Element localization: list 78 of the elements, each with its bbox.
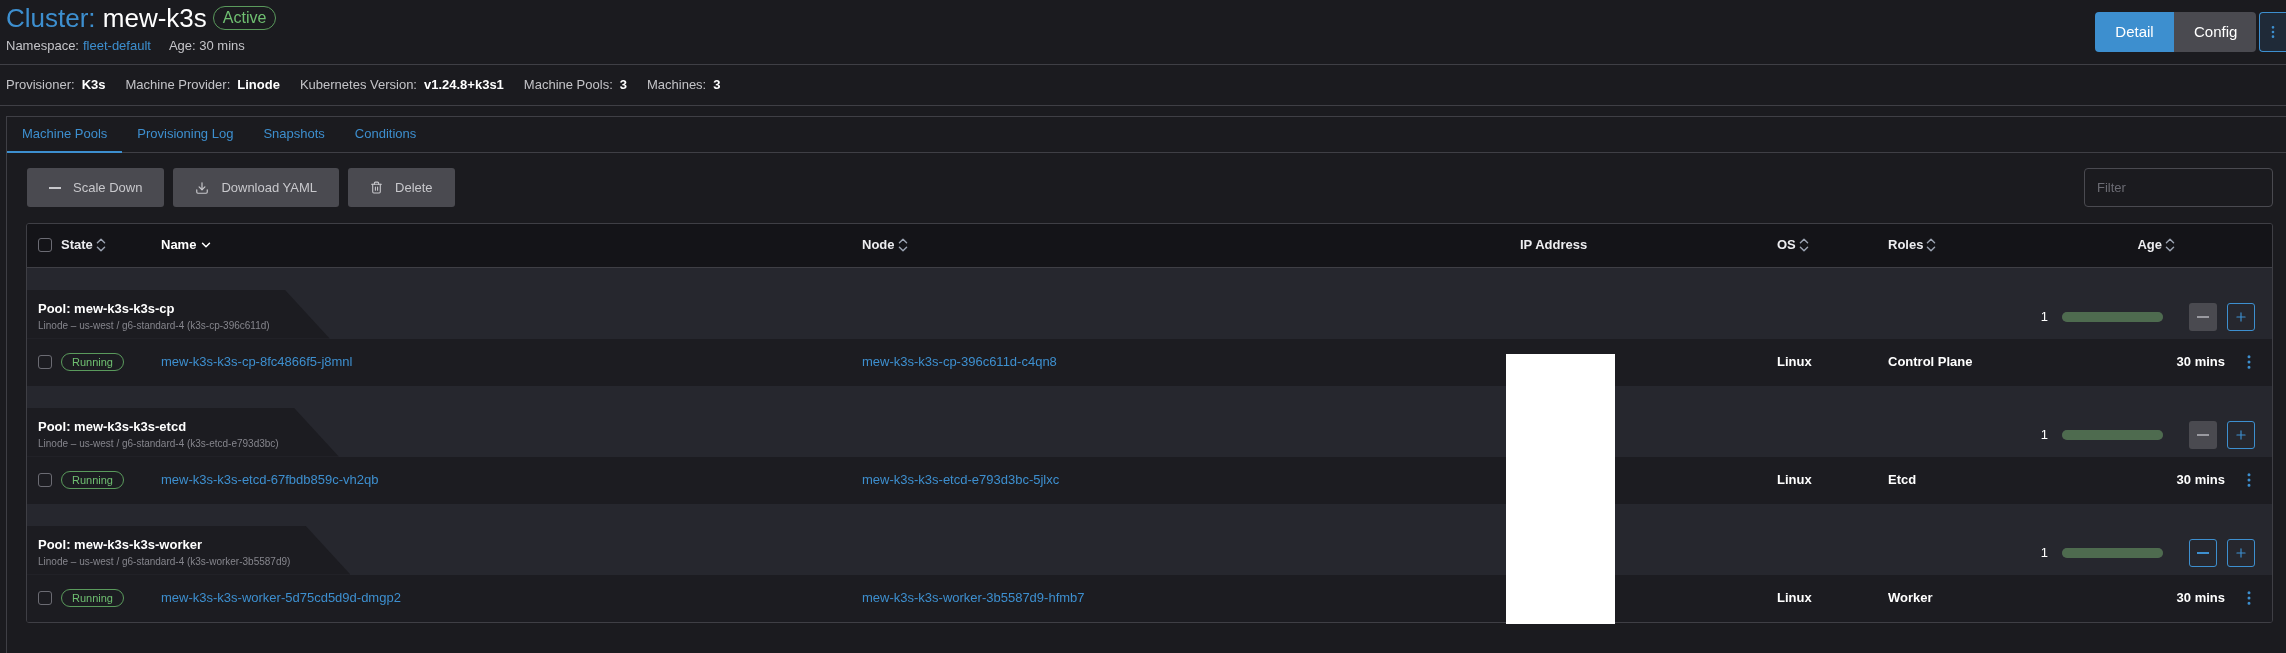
column-header[interactable]: Node <box>862 235 908 255</box>
node-link[interactable]: mew-k3s-k3s-worker-3b5587d9-hfmb7 <box>862 590 1085 606</box>
cluster-title: Cluster: mew-k3s <box>6 2 207 34</box>
column-header[interactable]: Name <box>161 235 214 255</box>
info-value: 3 <box>619 75 627 94</box>
machine-name-link[interactable]: mew-k3s-k3s-cp-8fc4866f5-j8mnl <box>161 354 353 370</box>
pool-title: Pool: mew-k3s-k3s-etcd <box>38 417 188 436</box>
age-cell-text: 30 mins <box>2176 471 2225 490</box>
tab[interactable]: Machine Pools <box>7 116 123 153</box>
minus-icon <box>2197 315 2209 318</box>
sort-icon <box>95 238 106 252</box>
machine-name-link[interactable]: mew-k3s-k3s-worker-5d75cd5d9d-dmgp2 <box>161 590 401 606</box>
info-value: v1.24.8+k3s1 <box>423 75 504 94</box>
checkbox[interactable] <box>38 238 52 252</box>
info-value: Linode <box>237 75 280 94</box>
sort-icon <box>1926 238 1937 252</box>
age-text: Age: 30 mins <box>168 37 245 55</box>
tab[interactable]: Conditions <box>339 116 432 153</box>
info-value: K3s <box>81 75 106 94</box>
namespace-label: Namespace: <box>6 37 79 55</box>
scale-up-button[interactable] <box>2227 420 2255 449</box>
age-cell-text: 30 mins <box>2176 353 2225 372</box>
os-cell-text: Linux <box>1777 353 1813 372</box>
column-header[interactable]: OS <box>1777 235 1809 255</box>
machine-name-link[interactable]: mew-k3s-k3s-etcd-67fbdb859c-vh2qb <box>161 472 379 488</box>
minus-icon <box>2197 433 2209 436</box>
info-label: Machine Provider: <box>125 75 231 94</box>
pool-title: Pool: mew-k3s-k3s-cp <box>38 299 176 318</box>
age-cell-text: 30 mins <box>2176 589 2225 608</box>
toolbar-button[interactable]: Download YAML <box>173 168 339 207</box>
scale-up-button[interactable] <box>2227 538 2255 567</box>
toolbar-button[interactable]: Delete <box>348 168 455 207</box>
info-label: Kubernetes Version: <box>299 75 417 94</box>
minus-icon <box>2197 551 2209 554</box>
os-cell-text: Linux <box>1777 471 1813 490</box>
info-label: Machine Pools: <box>523 75 613 94</box>
sort-icon <box>1798 238 1809 252</box>
plus-icon <box>2234 545 2248 560</box>
toolbar-button[interactable]: Scale Down <box>27 168 165 207</box>
node-link[interactable]: mew-k3s-k3s-etcd-e793d3bc-5jlxc <box>862 472 1060 488</box>
machine-count: 1 <box>2040 543 2048 562</box>
node-link[interactable]: mew-k3s-k3s-cp-396c611d-c4qn8 <box>862 354 1057 370</box>
os-cell-text: Linux <box>1777 589 1813 608</box>
checkbox[interactable] <box>38 591 52 605</box>
plus-icon <box>2234 427 2248 442</box>
tab[interactable]: Snapshots <box>248 116 340 153</box>
roles-cell-text: Control Plane <box>1888 353 1974 372</box>
trash-icon <box>370 181 383 194</box>
scale-up-button[interactable] <box>2227 302 2255 331</box>
info-value: 3 <box>713 75 721 94</box>
filter-field[interactable]: Filter <box>2084 168 2273 207</box>
view-toggle-button[interactable]: Detail <box>2095 12 2174 52</box>
pool-subtitle: Linode – us-west / g6-standard-4 (k3s-etcd-e793d3bc) <box>38 436 279 451</box>
info-label: Provisioner: <box>6 75 75 94</box>
pool-subtitle: Linode – us-west / g6-standard-4 (k3s-worker-3b5587d9) <box>38 554 291 569</box>
roles-cell-text: Etcd <box>1888 471 1918 490</box>
info-label: Machines: <box>647 75 707 94</box>
column-header[interactable]: State <box>61 235 106 255</box>
minus-icon <box>49 186 61 189</box>
more-actions-button[interactable] <box>2259 12 2286 52</box>
column-header: IP Address <box>1520 236 1588 255</box>
machine-count: 1 <box>2040 425 2048 444</box>
download-icon <box>195 180 210 195</box>
sort-icon <box>2165 238 2175 252</box>
column-header[interactable]: Roles <box>1888 235 1937 255</box>
roles-cell-text: Worker <box>1888 589 1934 608</box>
pool-title: Pool: mew-k3s-k3s-worker <box>38 535 203 554</box>
tab[interactable]: Provisioning Log <box>122 116 249 153</box>
pool-subtitle: Linode – us-west / g6-standard-4 (k3s-cp-396c611d) <box>38 318 270 333</box>
sort-icon <box>897 238 908 252</box>
view-toggle-button[interactable]: Config <box>2174 12 2256 52</box>
scale-down-button[interactable] <box>2189 538 2217 567</box>
machine-count: 1 <box>2040 307 2048 326</box>
checkbox[interactable] <box>38 473 52 487</box>
column-header[interactable]: Age <box>2137 235 2175 255</box>
plus-icon <box>2234 309 2248 324</box>
namespace-link[interactable]: fleet-default <box>83 36 151 56</box>
checkbox[interactable] <box>38 355 52 369</box>
